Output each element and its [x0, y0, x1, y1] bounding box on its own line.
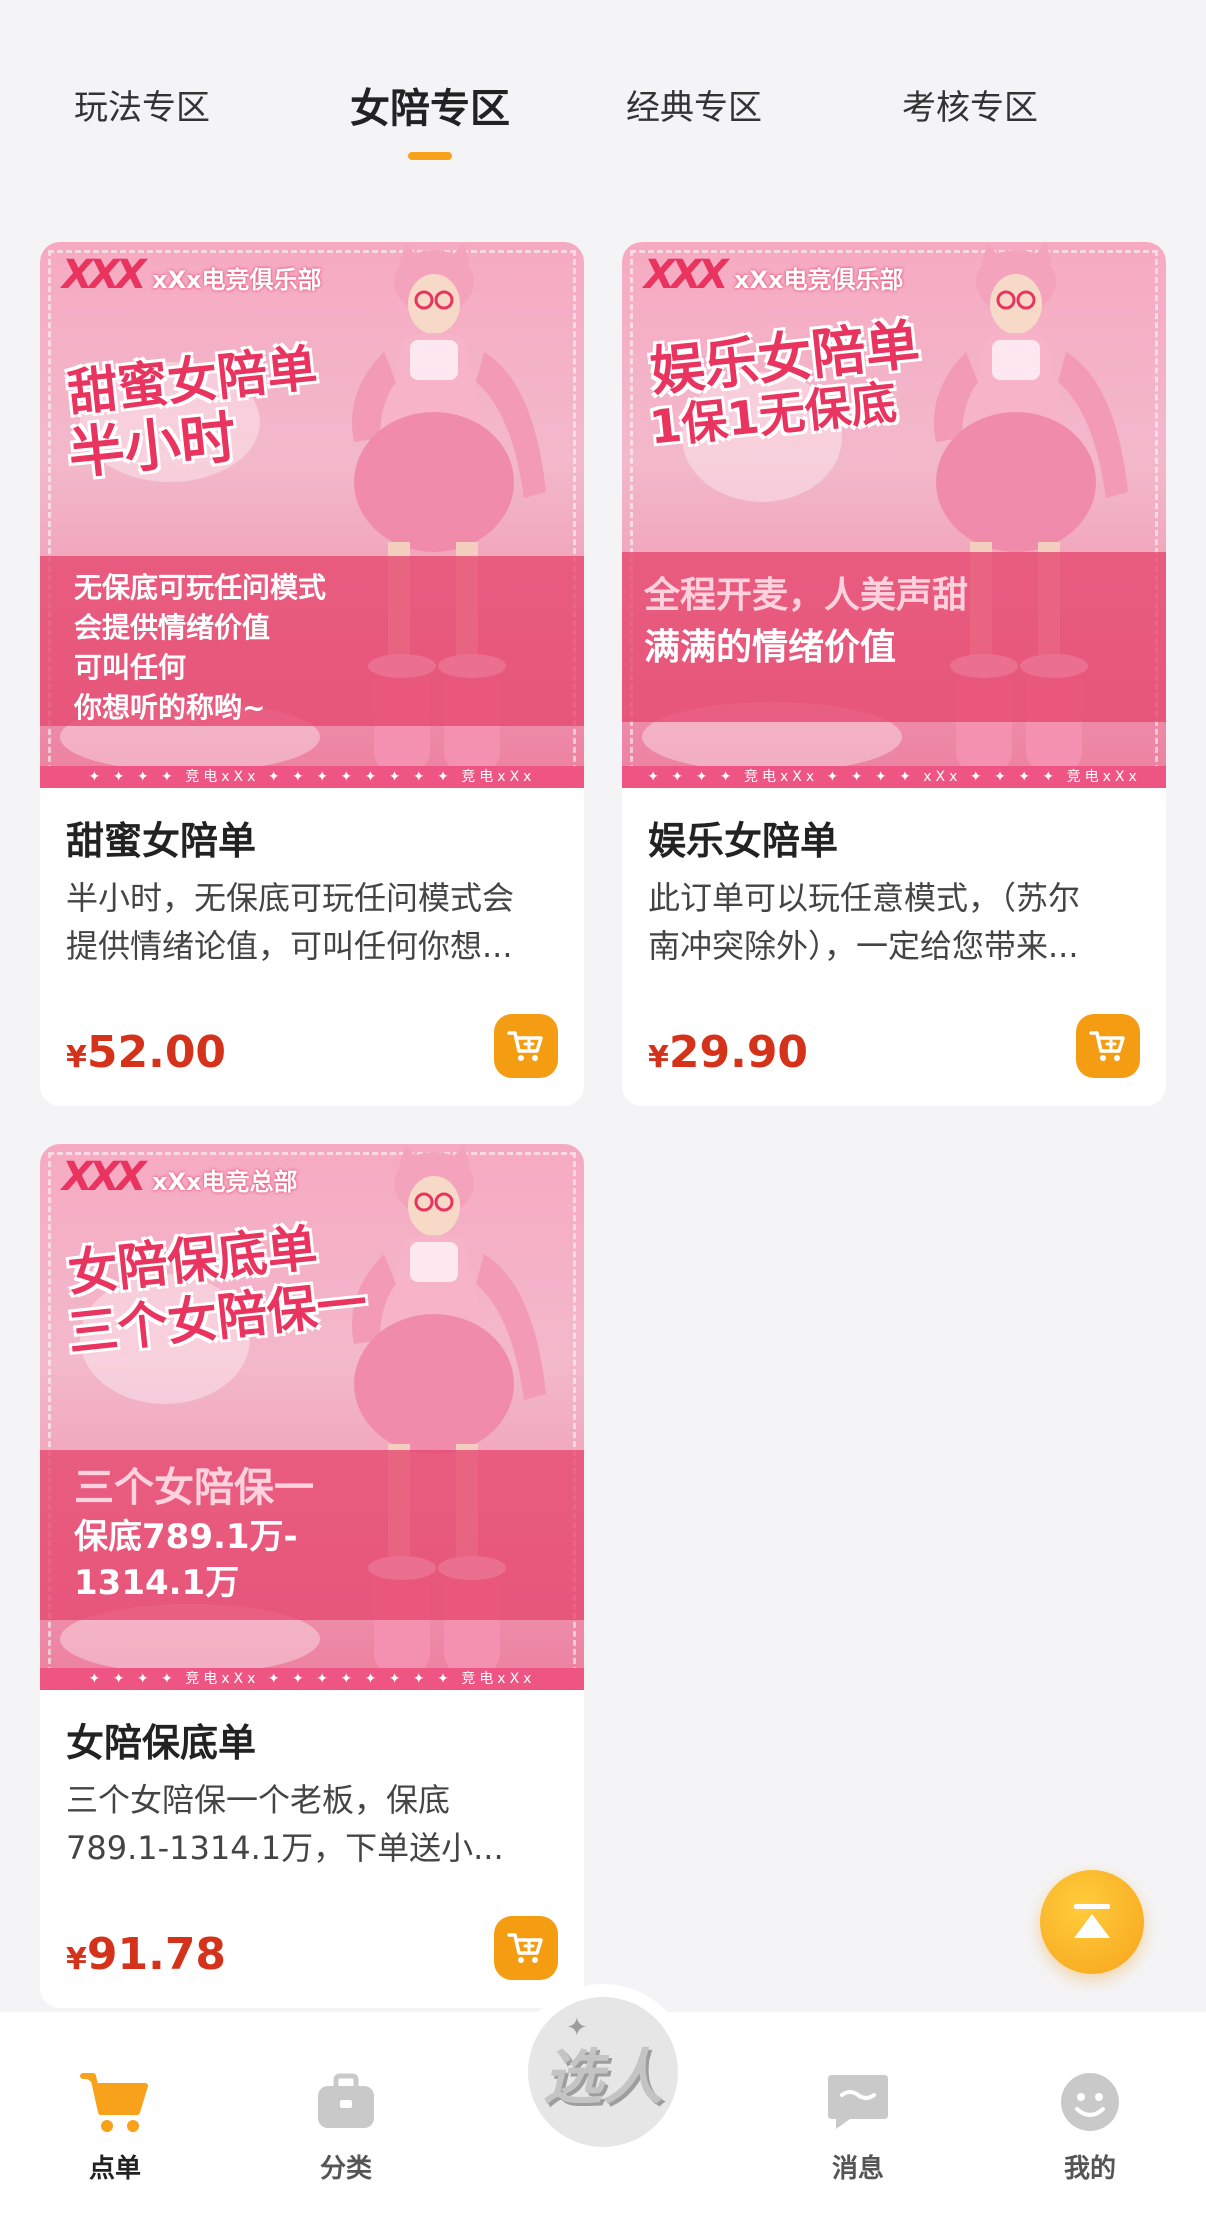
product-description: 半小时，无保底可玩任问模式会 提供情绪论值，可叫任何你想...: [66, 879, 515, 965]
add-to-cart-button[interactable]: [494, 1916, 558, 1980]
product-card[interactable]: XXX xXx电竞俱乐部 甜蜜女陪单 半小时 无保底可玩任问模式 会提供情绪价值…: [40, 242, 584, 1106]
product-price: ¥29.90: [648, 1027, 809, 1078]
club-logo: XXX: [62, 252, 147, 298]
nav-label: 我的: [1063, 2154, 1116, 2184]
nav-label: 点单: [88, 2154, 141, 2184]
back-to-top-button[interactable]: [1040, 1870, 1144, 1974]
image-strip: ✦ ✦ ✦ ✦ 竞电xXx ✦ ✦ ✦ ✦ ✦ ✦ ✦ ✦ 竞电xXx: [40, 766, 584, 788]
product-card[interactable]: XXX xXx电竞俱乐部 娱乐女陪单 1保1无保底 全程开麦，人美声甜 满满的情…: [622, 242, 1166, 1106]
nav-item-messages[interactable]: 消息: [798, 2062, 918, 2185]
image-strip: ✦ ✦ ✦ ✦ 竞电xXx ✦ ✦ ✦ ✦ xXx ✦ ✦ ✦ ✦ 竞电xXx: [622, 766, 1166, 788]
bag-icon: [318, 2073, 374, 2128]
image-band: 全程开麦，人美声甜 满满的情绪价值: [622, 552, 1166, 722]
smile-icon: [1061, 2073, 1119, 2131]
product-title: 娱乐女陪单: [648, 819, 839, 863]
product-title: 女陪保底单: [66, 1721, 257, 1765]
cart-icon: [507, 1031, 543, 1061]
image-band: 无保底可玩任问模式 会提供情绪价值 可叫任何 你想听的称哟~: [40, 556, 584, 726]
tab-companion-zone[interactable]: 女陪专区: [350, 76, 510, 160]
tab-gameplay-zone[interactable]: 玩法专区: [74, 80, 210, 129]
club-name: xXx电竞俱乐部: [734, 266, 904, 294]
product-image: XXX xXx电竞总部 女陪保底单 三个女陪保一 三个女陪保一 保底789.1万…: [40, 1144, 584, 1690]
product-description: 此订单可以玩任意模式，（苏尔 南冲突除外），一定给您带来...: [648, 879, 1081, 965]
club-logo: XXX: [644, 252, 729, 298]
cart-icon: [507, 1933, 543, 1963]
club-name: xXx电竞俱乐部: [152, 266, 322, 294]
pick-person-label: 选人: [543, 2042, 663, 2113]
sparkle-icon: ✦: [566, 2013, 588, 2043]
product-card[interactable]: XXX xXx电竞总部 女陪保底单 三个女陪保一 三个女陪保一 保底789.1万…: [40, 1144, 584, 2008]
bottom-navigation: 点单 分类 ✦ 选人 消息 我的: [0, 1984, 1206, 2236]
pick-person-button[interactable]: ✦ 选人: [515, 1984, 691, 2160]
nav-item-profile[interactable]: 我的: [1030, 2062, 1150, 2185]
nav-label: 消息: [831, 2154, 884, 2184]
product-image: XXX xXx电竞俱乐部 甜蜜女陪单 半小时 无保底可玩任问模式 会提供情绪价值…: [40, 242, 584, 788]
cart-icon: [80, 2073, 148, 2132]
tab-classic-zone[interactable]: 经典专区: [626, 80, 762, 129]
product-description: 三个女陪保一个老板，保底 789.1-1314.1万，下单送小...: [66, 1781, 504, 1867]
product-image: XXX xXx电竞俱乐部 娱乐女陪单 1保1无保底 全程开麦，人美声甜 满满的情…: [622, 242, 1166, 788]
image-band: 三个女陪保一 保底789.1万- 1314.1万: [40, 1450, 584, 1620]
club-logo: XXX: [62, 1154, 147, 1200]
nav-item-category[interactable]: 分类: [286, 2062, 406, 2185]
category-tabs: 玩法专区 女陪专区 经典专区 考核专区: [0, 60, 1206, 170]
arrow-up-icon: [1074, 1904, 1110, 1938]
add-to-cart-button[interactable]: [494, 1014, 558, 1078]
add-to-cart-button[interactable]: [1076, 1014, 1140, 1078]
image-strip: ✦ ✦ ✦ ✦ 竞电xXx ✦ ✦ ✦ ✦ ✦ ✦ ✦ ✦ 竞电xXx: [40, 1668, 584, 1690]
tab-assessment-zone[interactable]: 考核专区: [902, 80, 1038, 129]
tab-label: 女陪专区: [350, 86, 510, 132]
nav-label: 分类: [319, 2154, 372, 2184]
active-tab-indicator: [408, 152, 452, 160]
club-name: xXx电竞总部: [152, 1168, 298, 1196]
nav-item-order[interactable]: 点单: [55, 2062, 175, 2185]
chat-icon: [828, 2075, 888, 2129]
cart-icon: [1089, 1031, 1125, 1061]
product-price: ¥91.78: [66, 1929, 227, 1980]
product-price: ¥52.00: [66, 1027, 227, 1078]
product-title: 甜蜜女陪单: [66, 819, 257, 863]
